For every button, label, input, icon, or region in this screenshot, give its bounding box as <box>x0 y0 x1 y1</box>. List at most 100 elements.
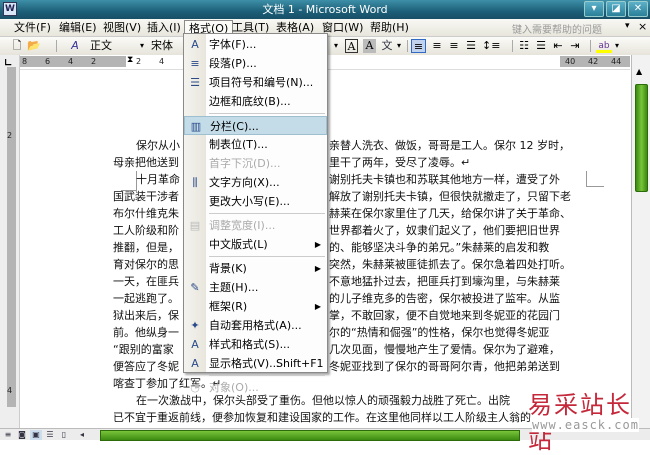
format-menu-item[interactable]: A 样式和格式(S)... <box>184 335 327 354</box>
word-app-icon[interactable]: W <box>3 2 17 16</box>
menu-item-icon: ≡ <box>190 57 200 70</box>
menu-item-label: 制表位(T)... <box>209 138 268 151</box>
font-color-dropdown-icon[interactable]: ▾ <box>332 39 340 53</box>
reading-view-icon[interactable]: ▯ <box>58 430 70 440</box>
format-menu-item[interactable]: 制表位(T)... <box>184 135 327 154</box>
format-menu-item[interactable]: 中文版式(L) ▶ <box>184 235 327 254</box>
menu-file[interactable]: 文件(F) <box>10 20 55 36</box>
new-document-icon[interactable]: 🗋 <box>10 39 24 53</box>
menu-item-icon: ☰ <box>190 76 200 89</box>
menu-item-label: 对象(O)... <box>209 381 259 394</box>
text-line: 掌，不敢回家，便不自觉地来到冬妮亚的花园门 <box>329 309 560 322</box>
menu-item-icon: ✦ <box>190 319 200 332</box>
format-menu-item[interactable]: ⫼ 文字方向(X)... <box>184 173 327 192</box>
format-menu-item[interactable]: A 显示格式(V)... Shift+F1 <box>184 354 327 373</box>
menu-view[interactable]: 视图(V) <box>99 20 145 36</box>
vertical-ruler[interactable]: ∟ 2 4 <box>0 55 20 428</box>
align-center-icon[interactable]: ≡ <box>430 39 444 53</box>
ruler-number: 4 <box>159 57 165 66</box>
menu-edit[interactable]: 编辑(E) <box>55 20 101 36</box>
menu-item-icon: ◔ <box>190 381 200 394</box>
char-scale-icon[interactable]: 文 <box>380 39 394 53</box>
close-button[interactable]: ✕ <box>628 1 648 17</box>
open-icon[interactable]: 📂 <box>27 39 41 53</box>
menu-item-label: 文字方向(X)... <box>209 176 280 189</box>
align-left-icon[interactable]: ≡ <box>411 39 426 53</box>
vertical-scrollbar[interactable]: ▲ <box>631 55 650 428</box>
text-line: 尔的“热情和倔强”的性格，保尔也觉得冬妮亚 <box>329 326 550 339</box>
web-view-icon[interactable]: ◙ <box>16 430 28 440</box>
menu-separator <box>209 113 325 114</box>
highlight-dropdown-icon[interactable]: ▾ <box>613 39 621 53</box>
ruler-number: 2 <box>136 57 142 66</box>
menu-item-label: 首字下沉(D)... <box>209 157 281 170</box>
format-menu-item[interactable]: A 字体(F)... <box>184 35 327 54</box>
text-line: 推翻，但是， <box>113 241 179 254</box>
menu-item-icon <box>187 299 203 314</box>
ruler-number: 42 <box>588 57 599 66</box>
bullets-icon[interactable]: ☰ <box>534 39 548 53</box>
format-menu-item[interactable]: 边框和底纹(B)... <box>184 92 327 111</box>
text-line: 世界都着火了，奴隶们起义了，他们要把旧世界 <box>329 224 560 237</box>
char-shading-icon[interactable]: A <box>363 39 376 53</box>
text-line: 一起逃跑了。 <box>113 292 179 305</box>
ruler-number: 4 <box>7 386 13 395</box>
help-search-input[interactable]: 键入需要帮助的问题 <box>512 21 602 36</box>
maximize-button[interactable]: ◪ <box>606 1 626 17</box>
char-scale-dropdown-icon[interactable]: ▾ <box>395 39 403 53</box>
menu-item-icon <box>187 194 203 209</box>
scrollbar-thumb[interactable] <box>635 84 648 192</box>
menu-item-icon: ▤ <box>189 219 201 232</box>
highlight-icon[interactable]: ab <box>596 39 612 53</box>
watermark-url: www.easck.com <box>532 418 639 432</box>
menu-item-label: 调整宽度(I)... <box>209 219 276 232</box>
indent-marker[interactable]: ⧗ <box>127 55 133 65</box>
menu-separator <box>209 213 325 214</box>
menu-item-label: 自动套用格式(A)... <box>209 319 302 332</box>
styles-pane-icon[interactable]: A <box>68 39 82 53</box>
toolbar-separator <box>590 40 591 52</box>
text-line: 育对保尔的思 <box>113 258 179 271</box>
char-border-icon[interactable]: A <box>345 39 358 53</box>
outline-view-icon[interactable]: ☰ <box>44 430 56 440</box>
text-line: 几次见面，慢慢地产生了爱情。保尔为了避难， <box>329 343 560 356</box>
numbering-icon[interactable]: ☷ <box>517 39 531 53</box>
scrollbar-thumb[interactable] <box>100 430 520 441</box>
text-line: 前。他纵身一 <box>113 326 179 339</box>
submenu-arrow-icon: ▶ <box>314 302 321 311</box>
format-menu-item[interactable]: ✎ 主题(H)... <box>184 278 327 297</box>
text-line: 布尔什维克朱 <box>113 207 179 220</box>
font-select[interactable]: 宋体 <box>151 39 181 53</box>
menu-help[interactable]: 帮助(H) <box>366 20 413 36</box>
distributed-align-icon[interactable]: ☰ <box>464 39 478 53</box>
scroll-left-icon[interactable]: ◂ <box>76 430 88 440</box>
normal-view-icon[interactable]: ≡ <box>2 430 14 440</box>
format-menu-item[interactable]: ▥ 分栏(C)... <box>184 116 327 135</box>
format-menu-item[interactable]: 背景(K) ▶ <box>184 259 327 278</box>
line-spacing-icon[interactable]: ↕≡ <box>482 39 500 53</box>
style-select[interactable]: 正文 <box>90 39 140 53</box>
close-document-button[interactable]: × <box>638 20 647 33</box>
text-line: 谢别托夫卡镇也和苏联其他地方一样，遭受了外 <box>329 173 560 186</box>
style-dropdown-icon[interactable]: ▾ <box>138 39 146 53</box>
menu-item-label: 背景(K) <box>209 262 247 275</box>
help-dropdown-icon[interactable]: ▾ <box>625 21 630 31</box>
format-menu-item[interactable]: ≡ 段落(P)... <box>184 54 327 73</box>
format-menu-item[interactable]: ☰ 项目符号和编号(N)... <box>184 73 327 92</box>
minimize-button[interactable]: ▾ <box>584 1 604 17</box>
format-menu-item[interactable]: ✦ 自动套用格式(A)... <box>184 316 327 335</box>
align-right-icon[interactable]: ≡ <box>447 39 461 53</box>
text-line: 已不宜于重返前线，便参加恢复和建设国家的工作。在这里他同样以工人阶级主人翁的 <box>113 411 531 424</box>
increase-indent-icon[interactable]: ⇥ <box>568 39 582 53</box>
menu-item-label: 样式和格式(S)... <box>209 338 291 351</box>
menu-insert[interactable]: 插入(I) <box>143 20 185 36</box>
text-line: 赫莱在保尔家里住了几天，给保尔讲了关于革命、 <box>329 207 571 220</box>
scroll-up-icon[interactable]: ▲ <box>636 67 642 76</box>
print-view-icon[interactable]: ▣ <box>30 430 42 440</box>
format-menu-item[interactable]: 框架(R) ▶ <box>184 297 327 316</box>
text-line: 冬妮亚找到了保尔的哥哥阿尔青，他把弟弟送到 <box>329 360 560 373</box>
text-line: 保尔从小 <box>136 139 180 152</box>
ruler-number: 4 <box>68 57 74 66</box>
format-menu-item[interactable]: 更改大小写(E)... <box>184 192 327 211</box>
decrease-indent-icon[interactable]: ⇤ <box>551 39 565 53</box>
